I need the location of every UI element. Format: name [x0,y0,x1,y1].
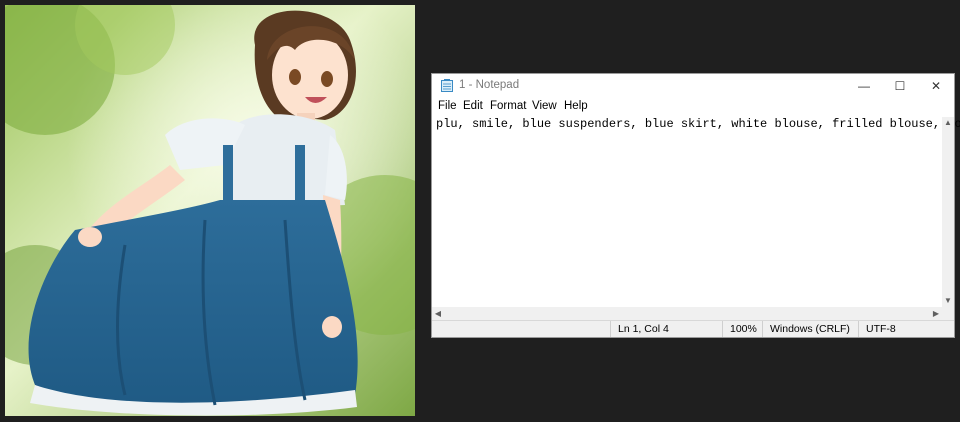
menu-help[interactable]: Help [564,100,588,112]
scroll-down-icon[interactable]: ▼ [942,295,954,307]
image-viewer [5,5,415,416]
title-bar[interactable]: 1 - Notepad — ☐ ✕ [432,74,954,98]
maximize-button[interactable]: ☐ [882,74,918,98]
anime-girl-illustration [5,5,415,416]
text-editor[interactable]: plu, smile, blue suspenders, blue skirt,… [432,117,960,307]
status-position: Ln 1, Col 4 [610,321,722,337]
menu-bar: File Edit Format View Help [432,98,954,117]
close-icon: ✕ [930,79,942,93]
editor-content[interactable]: plu, smile, blue suspenders, blue skirt,… [436,117,960,131]
minimize-button[interactable]: — [846,74,882,98]
menu-format[interactable]: Format [490,100,526,112]
menu-edit[interactable]: Edit [463,100,483,112]
notepad-icon [441,79,453,92]
close-button[interactable]: ✕ [918,74,954,98]
menu-file[interactable]: File [438,100,457,112]
scroll-up-icon[interactable]: ▲ [942,117,954,129]
vertical-scrollbar[interactable]: ▲ ▼ [942,117,954,307]
status-zoom: 100% [722,321,762,337]
minimize-icon: — [858,79,870,93]
scroll-right-icon[interactable]: ▶ [930,307,942,320]
horizontal-scrollbar[interactable]: ◀ ▶ [432,307,942,320]
maximize-icon: ☐ [894,79,906,93]
scrollbar-corner [942,307,954,320]
status-encoding: UTF-8 [858,321,954,337]
notepad-window[interactable]: 1 - Notepad — ☐ ✕ File Edit Format View … [431,73,960,338]
status-line-ending: Windows (CRLF) [762,321,858,337]
scroll-left-icon[interactable]: ◀ [432,307,444,320]
menu-view[interactable]: View [532,100,557,112]
status-bar: Ln 1, Col 4 100% Windows (CRLF) UTF-8 [432,320,954,337]
window-title: 1 - Notepad [459,79,520,91]
